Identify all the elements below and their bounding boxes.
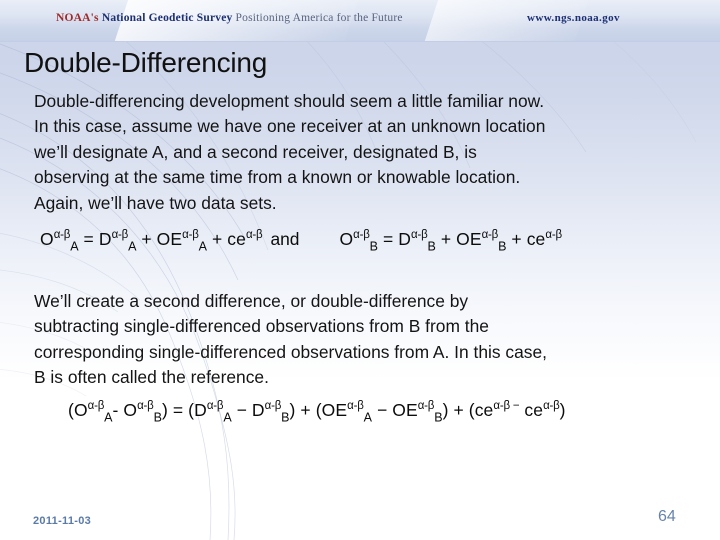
eq-term-ce: ce — [474, 400, 494, 420]
eq-term-oe: OE — [156, 229, 183, 249]
equation-row-double-difference: (Oα-βA- Oα-βB) = (Dα-βA − Dα-βB) + (OEα-… — [68, 400, 708, 424]
equation-receiver-b: Oα-βB = Dα-βB + OEα-βB + ceα-β — [339, 229, 562, 254]
eq-sub: A — [223, 410, 232, 425]
slide-canvas: NOAA's National Geodetic Survey Position… — [0, 0, 720, 540]
eq-term-d: D — [251, 400, 265, 420]
eq-sup: α-β — [53, 229, 71, 242]
eq-term-d: D — [194, 400, 207, 420]
eq-term-ce: ce — [519, 400, 544, 420]
eq-term-o: O — [123, 400, 138, 420]
paragraph-line: Again, we’ll have two data sets. — [34, 192, 277, 213]
equation-row-single-differences: Oα-βA = Dα-βA + OEα-βA + ceα-β and Oα-βB =… — [40, 229, 700, 253]
noaa-header-banner: NOAA's National Geodetic Survey Position… — [0, 0, 720, 42]
eq-term-ce: ce — [227, 229, 246, 249]
footer-page-number: 64 — [658, 508, 676, 525]
eq-term-oe: OE — [392, 400, 418, 420]
eq-term-oe: OE — [456, 229, 482, 249]
eq-sup: α-β — [137, 400, 154, 413]
eq-term-oe: OE — [321, 400, 348, 420]
eq-term-ce: ce — [526, 229, 546, 249]
footer-date: 2011-11-03 — [33, 515, 92, 527]
eq-sup: α-β — [111, 229, 129, 242]
eq-plus: + — [207, 229, 228, 249]
equation-conjunction: and — [270, 229, 300, 249]
eq-term-d: D — [398, 229, 412, 249]
eq-sub: A — [104, 410, 113, 425]
paragraph-line: observing at the same time from a known … — [34, 167, 521, 188]
background-decoration — [0, 29, 697, 540]
eq-sub: A — [70, 239, 79, 254]
eq-minus: - — [112, 400, 124, 420]
eq-sub: B — [153, 410, 162, 425]
eq-sub: B — [434, 410, 443, 425]
eq-sub: A — [363, 410, 372, 425]
eq-sup: α-β — [481, 229, 499, 242]
eq-paren: ) — [559, 400, 566, 420]
header-tagline: Positioning America for the Future — [232, 12, 403, 24]
eq-sup: α-β — [545, 229, 562, 242]
eq-minus: − — [371, 400, 393, 420]
paragraph-line: subtracting single-differenced observati… — [34, 316, 489, 337]
eq-sup: α-β — [87, 400, 105, 413]
paragraph-line: Double-differencing development should s… — [34, 91, 545, 111]
paragraph-line: B is often called the reference. — [34, 367, 269, 388]
eq-term-o: O — [40, 229, 54, 249]
eq-sub: B — [281, 410, 290, 425]
paragraph-line: We’ll create a second difference, or dou… — [34, 291, 469, 311]
header-agency-text: NOAA's National Geodetic Survey Position… — [56, 12, 403, 24]
eq-sup: α-β — [543, 400, 560, 413]
eq-plus: + — [136, 229, 157, 249]
paragraph-line: In this case, assume we have one receive… — [34, 116, 546, 137]
eq-sup: α-β — [264, 400, 282, 413]
paragraph-line: corresponding single-differenced observa… — [34, 341, 547, 362]
eq-sup: α-β — [353, 229, 370, 242]
eq-equals: = — [378, 229, 399, 249]
eq-sup: α-β — [347, 400, 364, 413]
eq-term-o: O — [339, 229, 354, 249]
eq-sup: α-β — [182, 229, 199, 242]
eq-sup: α-β − — [493, 400, 520, 413]
body-paragraph-1: Double-differencing development should s… — [34, 89, 706, 216]
eq-sub: B — [369, 239, 379, 254]
eq-sub: B — [427, 239, 436, 254]
equation-double-difference: (Oα-βA- Oα-βB) = (Dα-βA − Dα-βB) + (OEα-… — [68, 400, 566, 424]
eq-equals: = — [167, 400, 189, 420]
eq-sub: A — [198, 239, 207, 254]
paragraph-line: we’ll designate A, and a second receiver… — [34, 141, 477, 162]
eq-minus: − — [231, 400, 252, 420]
slide-title: Double-Differencing — [24, 47, 268, 78]
header-agency-name: National Geodetic Survey — [101, 12, 233, 24]
eq-plus: + — [295, 400, 316, 420]
header-website-url: www.ngs.noaa.gov — [527, 12, 620, 24]
eq-sup: α-β — [206, 400, 224, 413]
eq-plus: + — [448, 400, 469, 420]
equation-receiver-a: Oα-βA = Dα-βA + OEα-βA + ceα-β — [40, 229, 263, 254]
eq-equals: = — [78, 229, 99, 249]
eq-sup: α-β — [417, 400, 435, 413]
eq-term-d: D — [98, 229, 112, 249]
eq-term-o: O — [73, 400, 88, 420]
eq-plus: + — [506, 229, 527, 249]
header-noaa-prefix: NOAA's — [56, 12, 102, 24]
eq-sup: α-β — [411, 229, 428, 242]
eq-sup: α-β — [245, 229, 263, 242]
body-paragraph-2: We’ll create a second difference, or dou… — [34, 289, 702, 391]
eq-plus: + — [435, 229, 457, 249]
